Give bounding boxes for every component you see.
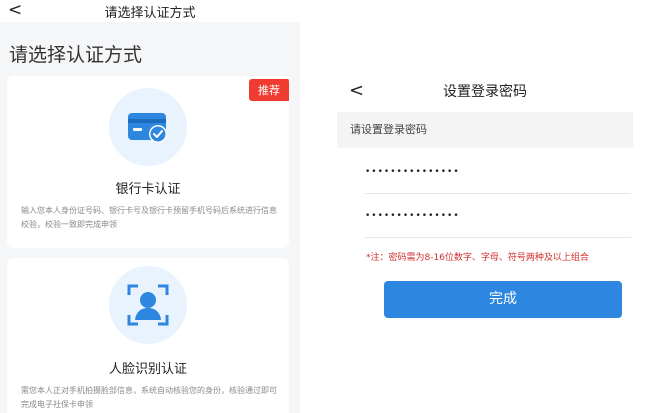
password-rule-note: *注：密码需为8-16位数字、字母、符号两种及以上组合 (366, 253, 589, 263)
nav-title: 请选择认证方式 (104, 5, 196, 21)
confirm-password-input[interactable]: ••••••••••••••• (365, 194, 631, 238)
face-scan-icon (109, 266, 187, 344)
done-button[interactable]: 完成 (384, 281, 622, 318)
option-title: 人脸识别认证 (108, 362, 187, 377)
auth-method-screen: < 请选择认证方式 请选择认证方式 推荐 银行卡认证 输入您本人身份证号码、银行… (0, 0, 300, 413)
option-description: 输入您本人身份证号码、银行卡号及银行卡预留手机号码后系统进行信息校验，校验一致即… (21, 206, 277, 229)
face-recognition-auth-option[interactable]: 人脸识别认证 需您本人正对手机拍摄脸部信息，系统自动核验您的身份，核验通过即可完… (7, 258, 289, 413)
section-header: 请设置登录密码 (337, 112, 633, 148)
bank-card-check-icon (109, 88, 187, 166)
option-title: 银行卡认证 (115, 182, 181, 197)
recommended-badge: 推荐 (249, 79, 289, 101)
option-description: 需您本人正对手机拍摄脸部信息，系统自动核验您的身份，核验通过即可完成电子社保卡申… (21, 386, 277, 409)
top-nav-bar: < 请选择认证方式 (0, 0, 300, 22)
top-nav-bar: < 设置登录密码 (337, 72, 633, 110)
set-password-screen: < 设置登录密码 请设置登录密码 ••••••••••••••• •••••••… (337, 72, 633, 334)
password-input[interactable]: ••••••••••••••• (365, 150, 631, 194)
nav-title: 设置登录密码 (443, 84, 527, 100)
page-title: 请选择认证方式 (9, 44, 143, 66)
back-arrow-icon[interactable]: < (349, 80, 364, 101)
back-arrow-icon[interactable]: < (8, 0, 22, 20)
bank-card-auth-option[interactable]: 推荐 银行卡认证 输入您本人身份证号码、银行卡号及银行卡预留手机号码后系统进行信… (7, 76, 289, 248)
